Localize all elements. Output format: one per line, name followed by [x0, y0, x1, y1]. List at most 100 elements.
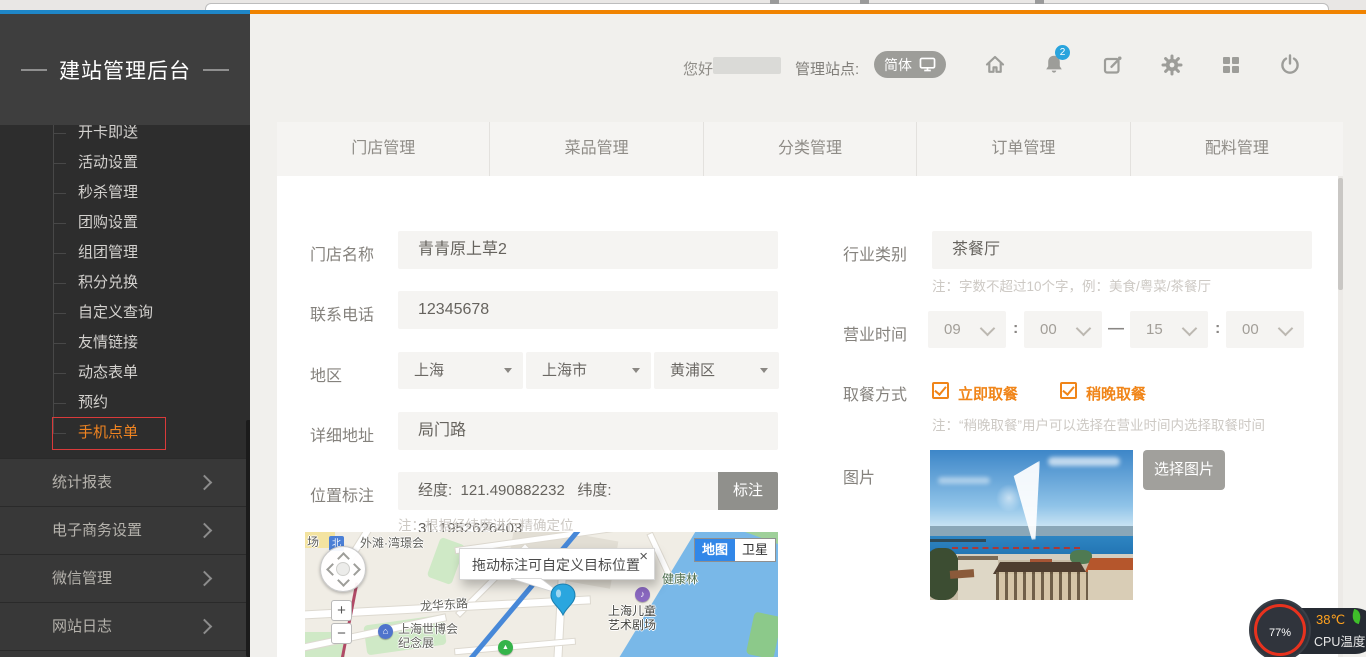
section-label: 微信管理	[52, 570, 112, 587]
close-hour-value: 15	[1146, 321, 1163, 338]
store-name-input[interactable]: 青青原上草2	[398, 231, 778, 269]
browser-strip	[0, 0, 1366, 10]
home-icon[interactable]	[983, 53, 1007, 77]
map-type-satellite-button[interactable]: 卫星	[735, 539, 775, 561]
sidebar-item-label: 预约	[78, 394, 108, 411]
power-icon[interactable]	[1278, 53, 1302, 77]
sidebar-item-seckill[interactable]: 秒杀管理	[0, 178, 250, 208]
open-hour-value: 09	[944, 321, 961, 338]
sidebar-section-wechat[interactable]: 微信管理	[0, 554, 250, 602]
province-select[interactable]: 上海	[398, 352, 523, 389]
tree-tick	[53, 133, 66, 134]
sidebar-item-points[interactable]: 积分兑换	[0, 268, 250, 298]
district-select[interactable]: 黄浦区	[654, 352, 779, 389]
redacted-username	[713, 57, 781, 74]
section-label: 网站日志	[52, 618, 112, 635]
map-pan-control[interactable]	[320, 546, 366, 592]
zoom-in-button[interactable]: +	[331, 600, 352, 621]
time-colon: :	[1215, 320, 1220, 338]
notification-badge: 2	[1055, 45, 1070, 60]
music-poi-icon[interactable]: ♪	[635, 587, 650, 602]
close-minute-select[interactable]: 00	[1226, 311, 1304, 348]
sidebar-scrollbar[interactable]	[246, 420, 250, 657]
pickup-now-label[interactable]: 立即取餐	[958, 383, 1018, 404]
time-dash: —	[1108, 320, 1124, 338]
browser-icon-fragment	[770, 0, 779, 4]
phone-input[interactable]: 12345678	[398, 291, 778, 329]
chevron-down-icon	[1278, 321, 1294, 337]
sidebar-item-forms[interactable]: 动态表单	[0, 358, 250, 388]
map[interactable]: 场 外滩·湾璟会 龙华东路 上海世博会 纪念展 上海儿童 艺术剧场 健康林 ⌂ …	[305, 532, 778, 657]
map-type-map-button[interactable]: 地图	[695, 539, 735, 561]
sidebar-item-activity[interactable]: 活动设置	[0, 148, 250, 178]
close-icon[interactable]: ×	[639, 549, 648, 565]
photo-trees	[1070, 550, 1092, 564]
open-hour-select[interactable]: 09	[928, 311, 1006, 348]
city-select[interactable]: 上海市	[526, 352, 651, 389]
photo-roof	[950, 569, 974, 579]
settings-gear-icon[interactable]	[1160, 53, 1184, 77]
chevron-down-icon	[980, 321, 996, 337]
pickup-later-label[interactable]: 稍晚取餐	[1086, 383, 1146, 404]
industry-label: 行业类别	[843, 241, 907, 265]
location-note: 注：根据经纬度进行精确定位	[398, 514, 574, 534]
mark-location-button[interactable]: 标注	[718, 472, 778, 510]
choose-image-button[interactable]: 选择图片	[1143, 450, 1225, 490]
sidebar-section-sitelog[interactable]: 网站日志	[0, 602, 250, 650]
map-tooltip: 拖动标注可自定义目标位置 ×	[459, 548, 655, 580]
tree-tick	[53, 223, 66, 224]
open-minute-select[interactable]: 00	[1024, 311, 1102, 348]
content-scrollbar[interactable]	[1338, 176, 1343, 657]
park-poi-icon[interactable]: ▲	[498, 640, 513, 655]
apps-grid-icon[interactable]	[1219, 53, 1243, 77]
tab-dish-management[interactable]: 菜品管理	[490, 122, 703, 176]
tab-ingredient-management[interactable]: 配料管理	[1131, 122, 1343, 176]
sidebar-section-stats[interactable]: 统计报表	[0, 458, 250, 506]
zoom-out-button[interactable]: −	[331, 623, 352, 644]
close-hour-select[interactable]: 15	[1130, 311, 1208, 348]
tree-tick	[53, 343, 66, 344]
screen: 建站管理后台 开卡即送 活动设置 秒杀管理 团购设置 组团管理 积分兑换 自定义…	[0, 0, 1366, 657]
address-label: 详细地址	[310, 422, 374, 446]
district-value: 黄浦区	[670, 362, 715, 379]
museum-poi-icon[interactable]: ⌂	[378, 624, 393, 639]
language-pill-button[interactable]: 简体	[874, 51, 946, 78]
cpu-usage-gauge[interactable]: 77%	[1249, 599, 1311, 657]
manage-site-label: 管理站点:	[795, 58, 859, 79]
section-label: 电子商务设置	[52, 522, 142, 539]
sidebar: 建站管理后台 开卡即送 活动设置 秒杀管理 团购设置 组团管理 积分兑换 自定义…	[0, 14, 250, 657]
map-label-theater: 艺术剧场	[608, 618, 656, 632]
accent-bar-orange	[250, 10, 1366, 14]
pickup-label: 取餐方式	[843, 381, 907, 405]
map-type-switch: 地图 卫星	[694, 538, 776, 562]
sidebar-item-groupmgmt[interactable]: 组团管理	[0, 238, 250, 268]
industry-input[interactable]: 茶餐厅	[932, 231, 1312, 269]
section-filler	[0, 650, 250, 657]
store-form-panel: 门店名称 青青原上草2 联系电话 12345678 地区 上海 上海市 黄浦区 …	[277, 176, 1338, 657]
sidebar-item-groupbuy[interactable]: 团购设置	[0, 208, 250, 238]
tab-order-management[interactable]: 订单管理	[917, 122, 1130, 176]
section-label: 统计报表	[52, 474, 112, 491]
tab-category-management[interactable]: 分类管理	[704, 122, 917, 176]
tree-tick	[53, 163, 66, 164]
browser-address-bar[interactable]	[205, 3, 1329, 10]
content-scrollbar-thumb[interactable]	[1338, 178, 1343, 290]
close-minute-value: 00	[1242, 321, 1259, 338]
sidebar-item-booking[interactable]: 预约	[0, 388, 250, 418]
chevron-right-icon	[197, 522, 213, 538]
sidebar-item-label: 积分兑换	[78, 274, 138, 291]
pan-right-icon[interactable]	[348, 563, 361, 576]
caret-down-icon	[760, 368, 768, 373]
sidebar-section-ecommerce[interactable]: 电子商务设置	[0, 506, 250, 554]
sidebar-item-links[interactable]: 友情链接	[0, 328, 250, 358]
pickup-later-checkbox[interactable]	[1060, 382, 1077, 399]
tab-store-management[interactable]: 门店管理	[277, 122, 490, 176]
pickup-now-checkbox[interactable]	[932, 382, 949, 399]
cpu-percent: 77%	[1251, 618, 1309, 642]
sidebar-title-text: 建站管理后台	[59, 55, 191, 85]
address-input[interactable]: 局门路	[398, 412, 778, 450]
edit-icon[interactable]	[1101, 53, 1125, 77]
coordinates-field[interactable]: 经度: 121.490882232 纬度: 31.1952626403	[398, 472, 718, 510]
pan-down-icon[interactable]	[337, 574, 350, 587]
sidebar-item-customquery[interactable]: 自定义查询	[0, 298, 250, 328]
